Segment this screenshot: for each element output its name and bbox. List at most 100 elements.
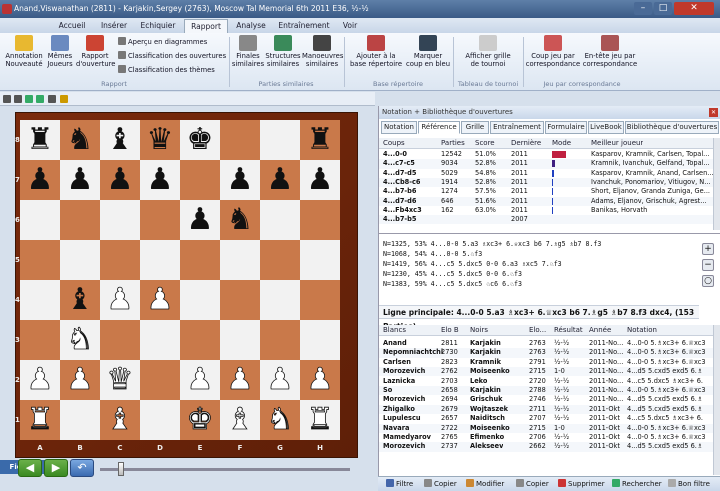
square-h4[interactable] (300, 280, 340, 320)
tree-scrollbar[interactable] (713, 138, 720, 230)
square-a4[interactable] (20, 280, 60, 320)
delete-button[interactable]: Supprimer (558, 479, 605, 490)
undo-move-button[interactable]: ↶ (70, 459, 94, 477)
black-king-icon[interactable]: ♚ (187, 122, 214, 157)
col-parties[interactable]: Parties (441, 138, 465, 149)
col-resultat[interactable]: Résultat (554, 325, 583, 336)
tab-reference[interactable]: Référence (418, 121, 460, 134)
zoom-in-icon[interactable]: + (702, 243, 714, 255)
col-elo-b[interactable]: Elo B (441, 325, 459, 336)
square-e3[interactable] (180, 320, 220, 360)
col-annee[interactable]: Année (589, 325, 611, 336)
square-c2[interactable]: ♛ (100, 360, 140, 400)
col-derniere[interactable]: Dernière (511, 138, 541, 149)
square-d6[interactable] (140, 200, 180, 240)
white-pawn-icon[interactable]: ♟ (306, 362, 334, 398)
square-a5[interactable] (20, 240, 60, 280)
square-f8[interactable] (220, 120, 260, 160)
square-e2[interactable]: ♟ (180, 360, 220, 400)
same-players-button[interactable]: Mêmes Joueurs (44, 35, 76, 68)
square-h5[interactable] (300, 240, 340, 280)
white-pawn-icon[interactable]: ♟ (146, 282, 174, 318)
square-c8[interactable]: ♝ (100, 120, 140, 160)
variation-line[interactable]: N=1068, 54% 4...0-0 5.♘f3 (383, 250, 482, 260)
square-h2[interactable]: ♟ (300, 360, 340, 400)
good-filter-button[interactable]: Bon filtre (668, 479, 710, 490)
game-row[interactable]: Anand 2811 Karjakin 2763 ½-½ 2011-No... 4...0-… (379, 339, 713, 348)
col-blancs[interactable]: Blancs (383, 325, 406, 336)
filter-button[interactable]: Filtre (386, 479, 413, 490)
games-scrollbar[interactable] (713, 325, 720, 475)
square-e5[interactable] (180, 240, 220, 280)
col-noirs[interactable]: Noirs (470, 325, 488, 336)
annotation-button[interactable]: Annotation Nouveauté (2, 35, 46, 68)
white-rook-icon[interactable]: ♜ (306, 402, 334, 438)
black-pawn-icon[interactable]: ♟ (27, 162, 54, 197)
square-f6[interactable]: ♞ (220, 200, 260, 240)
tab-livebook[interactable]: LiveBook (588, 121, 624, 134)
square-e4[interactable] (180, 280, 220, 320)
tree-row[interactable]: 4...b7-b6 1274 57.5% 2011 Short, Eljanov, Gr… (379, 187, 713, 196)
tree-row[interactable]: 4...b7-b5 2007 (379, 215, 713, 225)
square-e6[interactable]: ♟ (180, 200, 220, 240)
modify-button[interactable]: Modifier (466, 479, 504, 490)
white-pawn-icon[interactable]: ♟ (26, 362, 54, 398)
square-c3[interactable] (100, 320, 140, 360)
mark-blue-button[interactable]: Marquer coup en bleu (404, 35, 452, 68)
black-rook-icon[interactable]: ♜ (307, 122, 334, 157)
col-coups[interactable]: Coups (383, 138, 405, 149)
chess-board[interactable]: ♜ ♞ ♝ ♛ ♚ ♜ ♟ ♟ ♟ ♟ ♟ ♟ ♟ ♟ ♞ ♝ ♟ ♟ ♞ ♟ ♟ ♛ ♟ ♟ ♟ ♟ ♜ ♝ ♚ ♝ ♞ ♜ (20, 120, 340, 440)
square-d5[interactable] (140, 240, 180, 280)
game-row[interactable]: Zhigalko 2679 Wojtaszek 2711 ½-½ 2011-Okt 4...… (379, 404, 713, 415)
square-g6[interactable] (260, 200, 300, 240)
tree-row[interactable]: 4...Cb8-c6 1914 52.8% 2011 Ivanchuk, Ponomar… (379, 177, 713, 188)
square-a1[interactable]: ♜ (20, 400, 60, 440)
close-button[interactable]: ✕ (674, 2, 714, 15)
col-elo-n[interactable]: Elo... (529, 325, 546, 336)
tree-row[interactable]: 4...c7-c5 9034 52.8% 2011 Kramnik, Ivanchuk,… (379, 159, 713, 169)
copy-button[interactable]: Copier (424, 479, 457, 490)
square-b4[interactable]: ♝ (60, 280, 100, 320)
forward-button[interactable]: ▶ (44, 459, 68, 477)
square-g8[interactable] (260, 120, 300, 160)
white-queen-icon[interactable]: ♛ (106, 362, 134, 398)
square-h8[interactable]: ♜ (300, 120, 340, 160)
black-bishop-icon[interactable]: ♝ (107, 122, 134, 157)
black-pawn-icon[interactable]: ♟ (67, 162, 94, 197)
square-d3[interactable] (140, 320, 180, 360)
zoom-reset-icon[interactable]: ○ (702, 275, 714, 287)
square-c4[interactable]: ♟ (100, 280, 140, 320)
square-f5[interactable] (220, 240, 260, 280)
square-h6[interactable] (300, 200, 340, 240)
white-pawn-icon[interactable]: ♟ (106, 282, 134, 318)
similar-structures-button[interactable]: Structures similaires (264, 35, 302, 68)
game-row[interactable]: So 2658 Karjakin 2788 ½-½ 2011-No... 4...0-0 5… (379, 386, 713, 396)
square-e8[interactable]: ♚ (180, 120, 220, 160)
square-f3[interactable] (220, 320, 260, 360)
square-b7[interactable]: ♟ (60, 160, 100, 200)
corr-header-button[interactable]: En-tête jeu par correspondance (580, 35, 640, 68)
tab-accueil[interactable]: Accueil (52, 19, 92, 33)
tab-inserer[interactable]: Insérer (94, 19, 134, 33)
game-row[interactable]: Navara 2722 Moiseenko 2715 1-0 2011-Okt 4...0-… (379, 423, 713, 433)
black-pawn-icon[interactable]: ♟ (107, 162, 134, 197)
black-queen-icon[interactable]: ♛ (147, 122, 174, 157)
col-best-player[interactable]: Meilleur joueur (591, 138, 643, 149)
white-knight-icon[interactable]: ♞ (266, 402, 294, 438)
black-bishop-icon[interactable]: ♝ (67, 282, 94, 317)
variation-line[interactable]: N=1230, 45% 4...c5 5.dxc5 0-0 6.♘f3 (383, 270, 522, 280)
star-icon[interactable] (60, 95, 68, 103)
copy-button-2[interactable]: Copier (516, 479, 549, 490)
square-d1[interactable] (140, 400, 180, 440)
white-bishop-icon[interactable]: ♝ (106, 402, 134, 438)
tab-formulaire[interactable]: Formulaire (545, 121, 587, 134)
diagram-preview-button[interactable]: Aperçu en diagrammes (118, 37, 207, 46)
white-pawn-icon[interactable]: ♟ (226, 362, 254, 398)
tab-notation[interactable]: Notation (381, 121, 417, 134)
square-f2[interactable]: ♟ (220, 360, 260, 400)
square-h7[interactable]: ♟ (300, 160, 340, 200)
white-bishop-icon[interactable]: ♝ (226, 402, 254, 438)
square-b5[interactable] (60, 240, 100, 280)
similar-manoeuvres-button[interactable]: Manoeuvres similaires (302, 35, 343, 68)
square-h3[interactable] (300, 320, 340, 360)
